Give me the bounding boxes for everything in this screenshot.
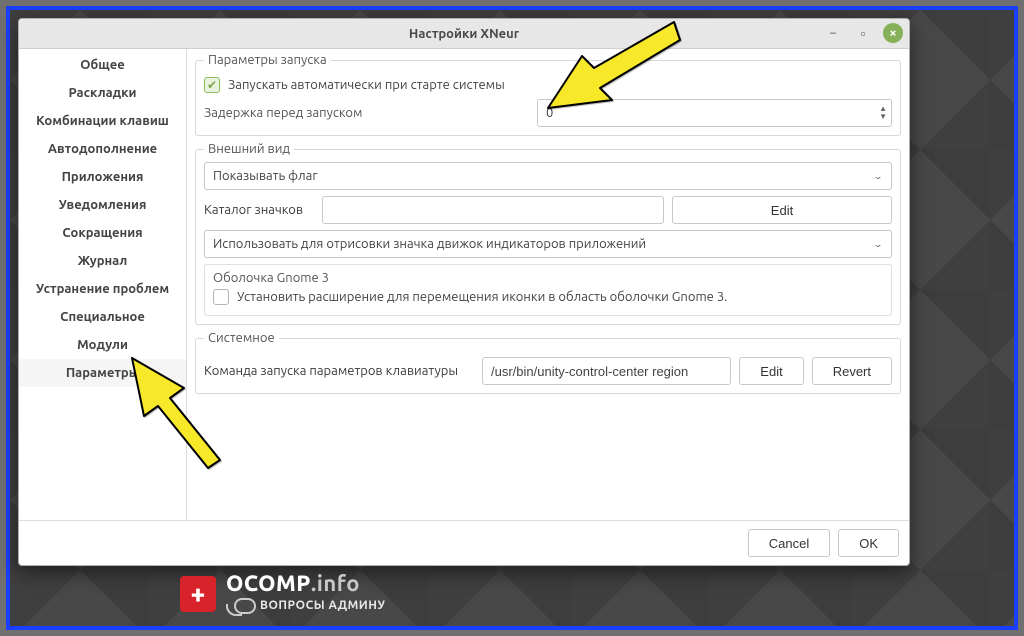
gnome3-ext-label: Установить расширение для перемещения ик… bbox=[237, 290, 727, 304]
ok-button[interactable]: OK bbox=[838, 529, 899, 557]
cancel-button[interactable]: Cancel bbox=[748, 529, 830, 557]
screenshot-frame: Настройки XNeur − ▫ × Общее Раскладки Ко… bbox=[6, 6, 1018, 630]
sidebar-item-journal[interactable]: Журнал bbox=[19, 247, 186, 275]
sidebar-item-modules[interactable]: Модули bbox=[19, 331, 186, 359]
show-flag-select[interactable]: Показывать флаг ⌄ bbox=[204, 162, 892, 190]
kb-cmd-input[interactable] bbox=[482, 357, 731, 385]
sidebar-item-general[interactable]: Общее bbox=[19, 51, 186, 79]
delay-label: Задержка перед запуском bbox=[204, 106, 529, 120]
sidebar-item-abbrev[interactable]: Сокращения bbox=[19, 219, 186, 247]
icon-folder-edit-button[interactable]: Edit bbox=[672, 196, 892, 224]
content-pane: Параметры запуска ✔ Запускать автоматиче… bbox=[187, 49, 909, 520]
plus-icon: + bbox=[180, 576, 216, 612]
maximize-button[interactable]: ▫ bbox=[853, 23, 873, 43]
dialog-footer: Cancel OK bbox=[19, 520, 909, 565]
close-button[interactable]: × bbox=[883, 23, 903, 43]
sidebar-item-keybindings[interactable]: Комбинации клавиш bbox=[19, 107, 186, 135]
gnome3-subgroup: Оболочка Gnome 3 Установить расширение д… bbox=[204, 264, 892, 316]
minimize-button[interactable]: − bbox=[823, 23, 843, 43]
kb-edit-button[interactable]: Edit bbox=[739, 357, 803, 385]
autostart-checkbox[interactable]: ✔ bbox=[204, 77, 220, 93]
sidebar: Общее Раскладки Комбинации клавиш Автодо… bbox=[19, 49, 187, 520]
startup-fieldset: Параметры запуска ✔ Запускать автоматиче… bbox=[195, 53, 901, 136]
window-title: Настройки XNeur bbox=[409, 27, 519, 41]
sidebar-item-special[interactable]: Специальное bbox=[19, 303, 186, 331]
sidebar-item-apps[interactable]: Приложения bbox=[19, 163, 186, 191]
icon-folder-input[interactable] bbox=[322, 196, 664, 224]
appearance-fieldset: Внешний вид Показывать флаг ⌄ Каталог зн… bbox=[195, 142, 901, 325]
sidebar-item-notifications[interactable]: Уведомления bbox=[19, 191, 186, 219]
kb-cmd-label: Команда запуска параметров клавиатуры bbox=[204, 364, 474, 378]
system-legend: Системное bbox=[204, 331, 279, 345]
startup-legend: Параметры запуска bbox=[204, 53, 331, 67]
sidebar-item-autocomplete[interactable]: Автодополнение bbox=[19, 135, 186, 163]
autostart-label: Запускать автоматически при старте систе… bbox=[228, 78, 505, 92]
mouse-icon bbox=[226, 600, 254, 616]
appearance-legend: Внешний вид bbox=[204, 142, 294, 156]
kb-revert-button[interactable]: Revert bbox=[812, 357, 892, 385]
icon-folder-label: Каталог значков bbox=[204, 203, 314, 217]
titlebar[interactable]: Настройки XNeur − ▫ × bbox=[19, 19, 909, 49]
window-controls: − ▫ × bbox=[823, 23, 903, 43]
gnome3-legend: Оболочка Gnome 3 bbox=[213, 271, 883, 285]
sidebar-item-layouts[interactable]: Раскладки bbox=[19, 79, 186, 107]
system-fieldset: Системное Команда запуска параметров кла… bbox=[195, 331, 901, 394]
sidebar-item-parameters[interactable]: Параметры bbox=[19, 359, 186, 387]
watermark-logo: + OCOMP.info ВОПРОСЫ АДМИНУ bbox=[180, 571, 385, 616]
delay-input[interactable]: 0 ▲▼ bbox=[537, 99, 892, 127]
settings-dialog: Настройки XNeur − ▫ × Общее Раскладки Ко… bbox=[18, 18, 910, 566]
chevron-down-icon: ⌄ bbox=[873, 171, 883, 181]
sidebar-item-troubleshoot[interactable]: Устранение проблем bbox=[19, 275, 186, 303]
chevron-down-icon: ⌄ bbox=[873, 239, 883, 249]
gnome3-ext-checkbox[interactable] bbox=[213, 289, 229, 305]
indicator-engine-select[interactable]: Использовать для отрисовки значка движок… bbox=[204, 230, 892, 258]
spinner-icon[interactable]: ▲▼ bbox=[879, 105, 887, 121]
